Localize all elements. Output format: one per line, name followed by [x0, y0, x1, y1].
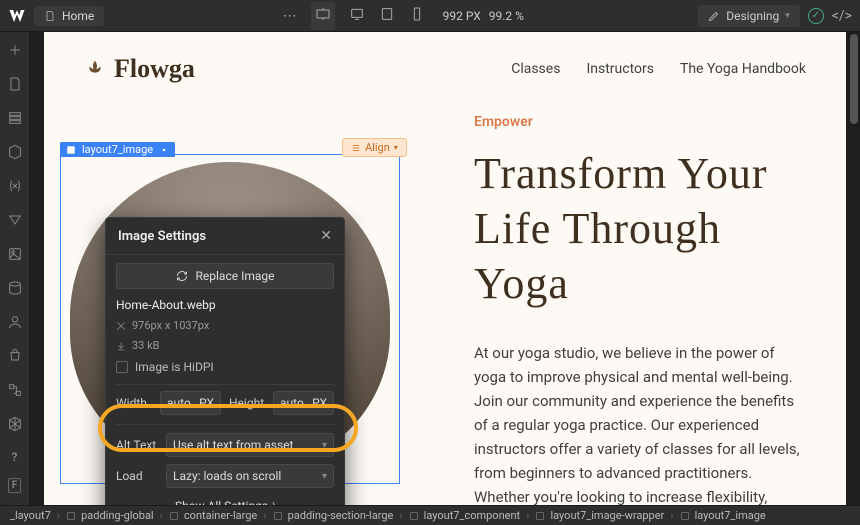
crumb[interactable]: container-large	[169, 509, 257, 522]
load-label: Load	[116, 469, 160, 483]
hidpi-checkbox-row[interactable]: Image is HiDPI	[116, 359, 334, 375]
eyebrow-text: Empower	[474, 114, 806, 130]
ecommerce-icon[interactable]	[7, 348, 23, 368]
assets-icon[interactable]	[7, 246, 23, 266]
mode-switcher[interactable]: Designing ▾	[698, 5, 800, 27]
crumb[interactable]: _layout7	[10, 509, 51, 522]
brand[interactable]: Flowga	[84, 54, 195, 84]
replace-image-button[interactable]: Replace Image	[116, 263, 334, 289]
brand-name: Flowga	[114, 54, 195, 84]
components-icon[interactable]	[7, 144, 23, 164]
image-settings-panel: Image Settings ✕ Replace Image Home-Abou…	[105, 217, 345, 505]
scrollbar[interactable]	[850, 34, 858, 124]
close-icon[interactable]: ✕	[320, 228, 332, 244]
help-icon[interactable]: ?	[12, 450, 18, 464]
height-label: Height	[229, 396, 267, 410]
pages-icon[interactable]	[7, 76, 23, 96]
device-desktop[interactable]	[349, 6, 365, 26]
brand-logo-icon	[84, 58, 106, 80]
show-all-settings-button[interactable]: Show All Settings›	[116, 495, 334, 505]
code-toggle-icon[interactable]: </>	[832, 8, 852, 24]
styles-icon[interactable]	[7, 212, 23, 232]
users-icon[interactable]	[7, 314, 23, 334]
left-toolbar: ? F	[0, 32, 30, 505]
nav-link[interactable]: Instructors	[586, 61, 654, 77]
find-icon[interactable]: F	[8, 478, 22, 493]
crumb[interactable]: padding-global	[66, 509, 154, 522]
nav-link[interactable]: Classes	[511, 61, 560, 77]
checkbox[interactable]	[116, 361, 128, 373]
device-tablet[interactable]	[379, 6, 395, 26]
page-name: Home	[62, 9, 94, 23]
width-label: Width	[116, 396, 154, 410]
navigator-icon[interactable]	[7, 110, 23, 130]
device-mobile[interactable]	[409, 6, 425, 26]
device-switcher	[311, 2, 425, 30]
page-selector[interactable]: Home	[34, 6, 104, 26]
page-headline: Transform Your Life Through Yoga	[474, 146, 806, 311]
viewport-width: 992 PX	[443, 9, 481, 23]
page-icon	[44, 10, 56, 22]
zoom-level: 99.2 %	[489, 9, 524, 23]
webflow-logo[interactable]	[8, 7, 26, 25]
apps-icon[interactable]	[7, 416, 23, 436]
viewport-info[interactable]: 992 PX 99.2 %	[443, 9, 524, 23]
height-input[interactable]: autoPX	[273, 391, 334, 415]
selection-label[interactable]: layout7_image	[60, 142, 175, 157]
dimensions-text: 976px x 1037px	[116, 319, 334, 332]
breakpoint-add[interactable]	[311, 2, 335, 30]
nav-link[interactable]: The Yoga Handbook	[680, 61, 806, 77]
site-header: Flowga Classes Instructors The Yoga Hand…	[44, 32, 846, 94]
load-select[interactable]: Lazy: loads on scroll▾	[166, 464, 334, 488]
status-check-icon[interactable]: ✓	[808, 8, 824, 24]
cms-icon[interactable]	[7, 280, 23, 300]
alttext-label: Alt Text	[116, 438, 160, 452]
filename-text: Home-About.webp	[116, 298, 334, 312]
canvas: Flowga Classes Instructors The Yoga Hand…	[30, 32, 860, 505]
nav-links: Classes Instructors The Yoga Handbook	[511, 61, 806, 77]
logic-icon[interactable]	[7, 382, 23, 402]
variables-icon[interactable]	[7, 178, 23, 198]
width-input[interactable]: autoPX	[160, 391, 221, 415]
body-copy: At our yoga studio, we believe in the po…	[474, 341, 806, 505]
align-button[interactable]: Align ▾	[342, 138, 407, 157]
crumb[interactable]: layout7_image-wrapper	[535, 509, 664, 522]
filesize-text: 33 kB	[116, 339, 334, 352]
alttext-select[interactable]: Use alt text from asset▾	[166, 433, 334, 457]
panel-title: Image Settings	[118, 229, 206, 244]
top-bar: Home ⋯ 992 PX 99.2 % Designing ▾ ✓ </>	[0, 0, 860, 32]
crumb[interactable]: padding-section-large	[273, 509, 394, 522]
more-menu[interactable]: ⋯	[279, 8, 303, 24]
crumb[interactable]: layout7_image	[680, 509, 766, 522]
gear-icon[interactable]	[159, 145, 169, 155]
breadcrumb-bar: _layout7› padding-global› container-larg…	[0, 505, 860, 525]
crumb[interactable]: layout7_component	[409, 509, 521, 522]
add-element-icon[interactable]	[7, 42, 23, 62]
